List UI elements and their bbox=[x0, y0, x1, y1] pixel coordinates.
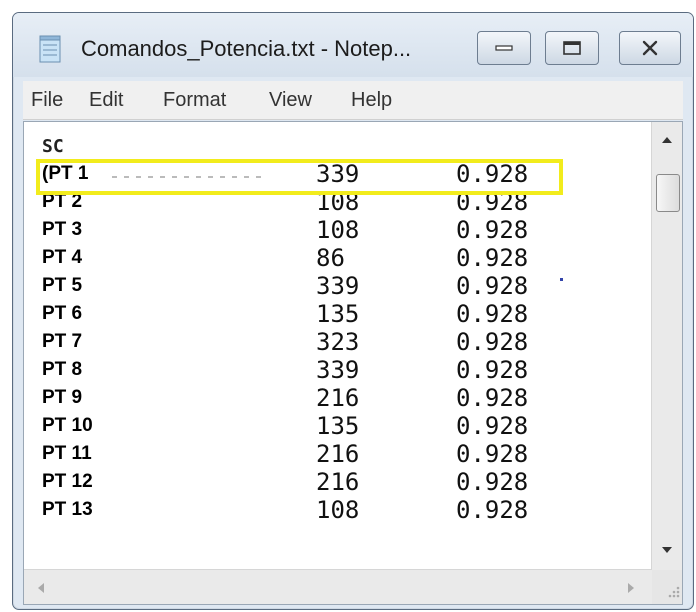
redaction-marks bbox=[112, 176, 262, 178]
text-editor[interactable]: SC (PT 1 339 0.928 PT 2 108 0.928 PT 3 1… bbox=[24, 122, 652, 570]
row-label: PT 13 bbox=[42, 499, 93, 520]
horizontal-scrollbar[interactable] bbox=[24, 569, 652, 604]
scroll-thumb[interactable] bbox=[656, 174, 680, 212]
menu-view[interactable]: View bbox=[269, 87, 312, 113]
menu-edit[interactable]: Edit bbox=[89, 87, 123, 113]
text-line: PT 12 216 0.928 bbox=[24, 468, 644, 496]
resize-grip[interactable] bbox=[652, 570, 682, 604]
row-power-factor: 0.928 bbox=[456, 440, 529, 468]
text-line: PT 6 135 0.928 bbox=[24, 300, 644, 328]
row-power-factor: 0.928 bbox=[456, 356, 529, 384]
minimize-button[interactable] bbox=[477, 31, 531, 65]
row-label: PT 11 bbox=[42, 443, 92, 464]
editor-frame: SC (PT 1 339 0.928 PT 2 108 0.928 PT 3 1… bbox=[23, 121, 683, 605]
row-label: PT 6 bbox=[42, 303, 83, 324]
row-value: 108 bbox=[316, 496, 360, 524]
text-line: PT 9 216 0.928 bbox=[24, 384, 644, 412]
row-power-factor: 0.928 bbox=[456, 272, 529, 300]
text-line: PT 7 323 0.928 bbox=[24, 328, 644, 356]
close-button[interactable] bbox=[619, 31, 681, 65]
text-line: PT 10 135 0.928 bbox=[24, 412, 644, 440]
row-value: 339 bbox=[316, 272, 360, 300]
menu-format[interactable]: Format bbox=[163, 87, 226, 113]
scroll-up-icon[interactable] bbox=[660, 132, 674, 146]
row-label: PT 4 bbox=[42, 247, 83, 268]
row-power-factor: 0.928 bbox=[456, 412, 529, 440]
notepad-window: Comandos_Potencia.txt - Notep... File Ed… bbox=[12, 12, 694, 610]
row-value: 216 bbox=[316, 468, 360, 496]
row-power-factor: 0.928 bbox=[456, 216, 529, 244]
row-power-factor: 0.928 bbox=[456, 384, 529, 412]
row-value: 339 bbox=[316, 356, 360, 384]
text-line: PT 8 339 0.928 bbox=[24, 356, 644, 384]
row-label: PT 2 bbox=[42, 191, 83, 212]
row-label: PT 9 bbox=[42, 387, 83, 408]
scroll-down-icon[interactable] bbox=[660, 542, 674, 556]
row-value: 86 bbox=[316, 244, 345, 272]
row-power-factor: 0.928 bbox=[456, 160, 529, 188]
row-label: PT 3 bbox=[42, 219, 83, 240]
row-label: PT 5 bbox=[42, 275, 83, 296]
row-value: 135 bbox=[316, 300, 360, 328]
scroll-right-icon[interactable] bbox=[624, 580, 638, 599]
text-line: PT 13 108 0.928 bbox=[24, 496, 644, 524]
maximize-button[interactable] bbox=[545, 31, 599, 65]
row-power-factor: 0.928 bbox=[456, 188, 529, 216]
text-line: PT 3 108 0.928 bbox=[24, 216, 644, 244]
text-line: PT 4 86 0.928 bbox=[24, 244, 644, 272]
row-value: 339 bbox=[316, 160, 360, 188]
scroll-left-icon[interactable] bbox=[34, 580, 48, 599]
stray-dot bbox=[560, 278, 563, 281]
row-power-factor: 0.928 bbox=[456, 496, 529, 524]
row-value: 323 bbox=[316, 328, 360, 356]
row-value: 135 bbox=[316, 412, 360, 440]
title-bar[interactable]: Comandos_Potencia.txt - Notep... bbox=[13, 13, 693, 77]
text-line: PT 2 108 0.928 bbox=[24, 188, 644, 216]
row-label: PT 7 bbox=[42, 331, 83, 352]
menu-file[interactable]: File bbox=[31, 87, 63, 113]
row-value: 108 bbox=[316, 188, 360, 216]
menu-bar: File Edit Format View Help bbox=[23, 81, 683, 120]
row-label: PT 10 bbox=[42, 415, 93, 436]
row-value: 216 bbox=[316, 384, 360, 412]
window-title: Comandos_Potencia.txt - Notep... bbox=[81, 36, 412, 61]
row-power-factor: 0.928 bbox=[456, 328, 529, 356]
menu-help[interactable]: Help bbox=[351, 87, 392, 113]
row-value: 216 bbox=[316, 440, 360, 468]
text-line: PT 11 216 0.928 bbox=[24, 440, 644, 468]
row-label: PT 12 bbox=[42, 471, 93, 492]
header-line: SC bbox=[42, 136, 64, 157]
row-power-factor: 0.928 bbox=[456, 244, 529, 272]
vertical-scrollbar[interactable] bbox=[651, 122, 682, 570]
row-power-factor: 0.928 bbox=[456, 300, 529, 328]
row-power-factor: 0.928 bbox=[456, 468, 529, 496]
row-label: PT 8 bbox=[42, 359, 83, 380]
notepad-icon bbox=[39, 35, 63, 63]
row-label: (PT 1 bbox=[42, 163, 89, 184]
row-value: 108 bbox=[316, 216, 360, 244]
text-line: PT 5 339 0.928 bbox=[24, 272, 644, 300]
